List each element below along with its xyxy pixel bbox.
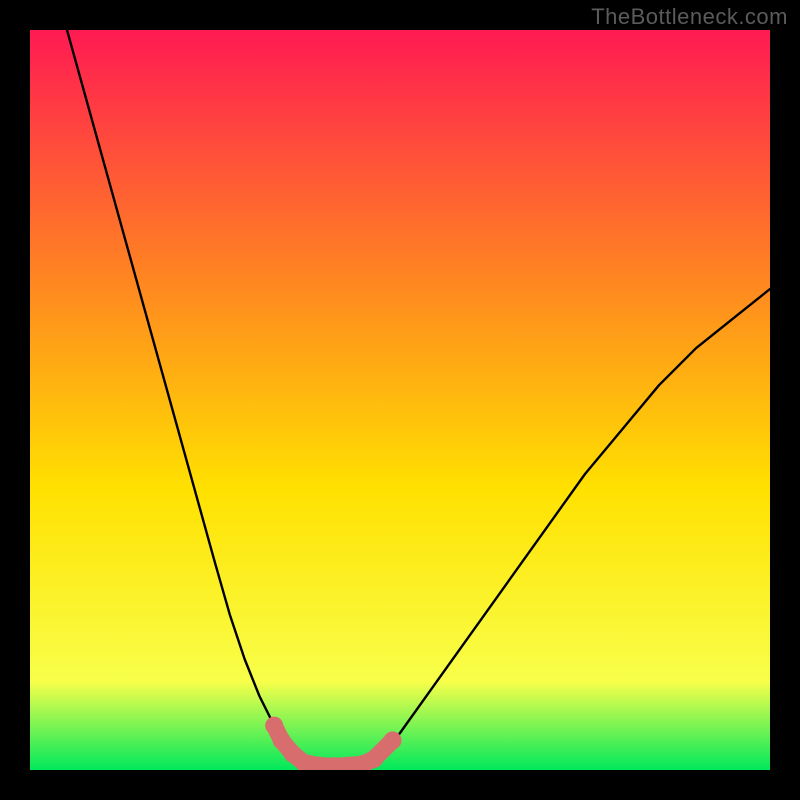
chart-svg [30, 30, 770, 770]
right-cluster-dot-1 [365, 750, 383, 768]
gradient-background [30, 30, 770, 770]
watermark-text: TheBottleneck.com [591, 4, 788, 30]
outer-frame: TheBottleneck.com [0, 0, 800, 800]
right-cluster-dot-2 [384, 731, 402, 749]
plot-area [30, 30, 770, 770]
